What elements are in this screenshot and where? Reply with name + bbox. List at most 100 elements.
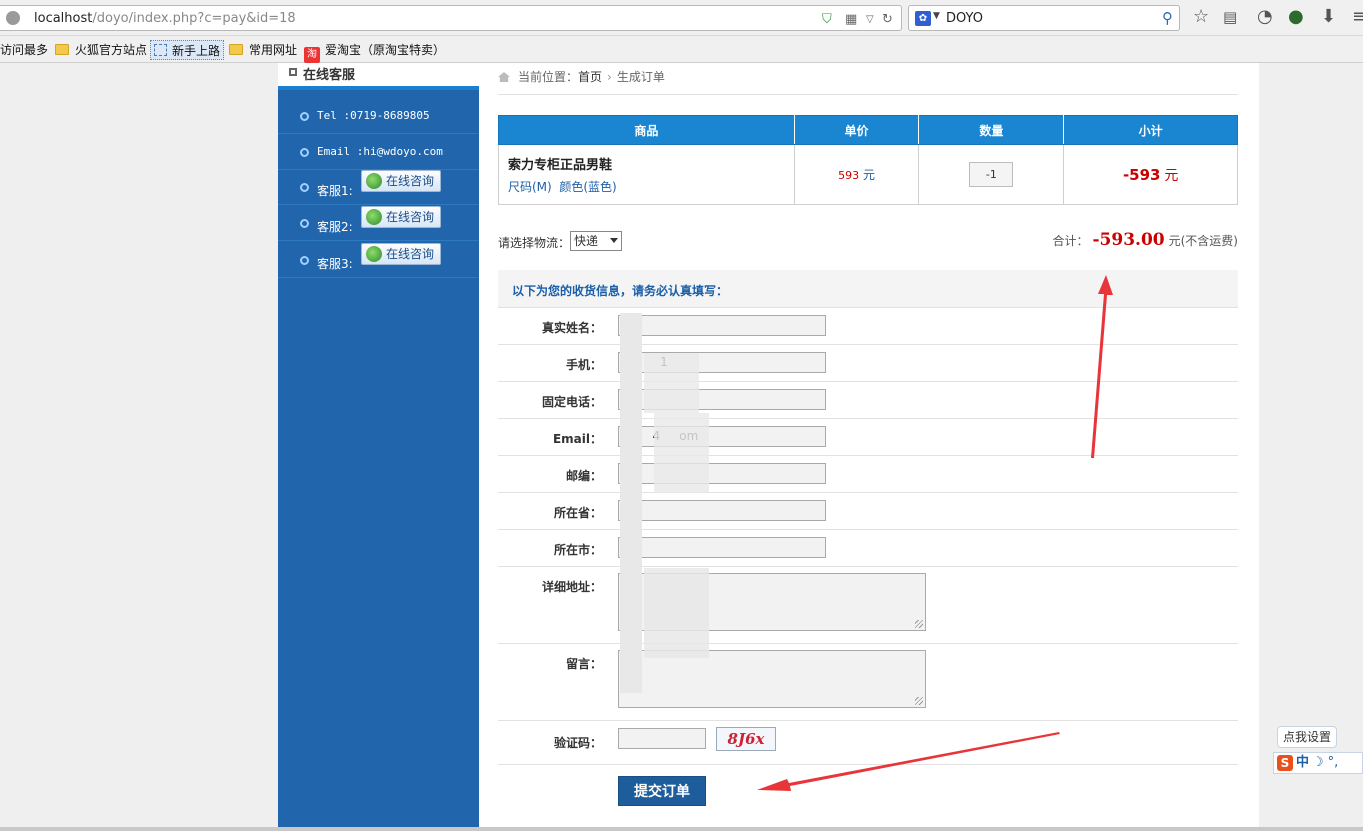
subtotal-cell: -593 元 [1063, 144, 1238, 205]
circle-bullet-icon [300, 219, 309, 228]
ime-settings-tip[interactable]: 点我设置 [1277, 726, 1337, 748]
total-amount: -593.00 [1092, 230, 1165, 250]
bookmark-most-visited[interactable]: 访问最多 [0, 40, 48, 60]
consult-button-2[interactable]: 在线咨询 [361, 206, 441, 228]
search-query: DOYO [946, 11, 983, 26]
folder-icon [55, 44, 69, 55]
home-icon [498, 72, 510, 82]
unit-price-cell: 593 元 [793, 144, 920, 205]
header-unit-price: 单价 [793, 115, 920, 145]
realname-input[interactable]: 飞 [618, 315, 826, 336]
search-icon[interactable]: ⚲ [1162, 9, 1173, 27]
field-message: 留言： [498, 644, 1238, 721]
ie-icon [366, 209, 382, 225]
shipping-label: 请选择物流： [498, 236, 571, 250]
sidebar-tel: Tel :0719-8689805 [278, 98, 479, 134]
palette-icon[interactable]: ◔ [1257, 7, 1273, 27]
ime-toolbar[interactable]: S 中 ☽ °, [1273, 752, 1363, 774]
privacy-blur [620, 313, 642, 693]
bookmarks-bar: 访问最多 火狐官方站点 新手上路 常用网址 淘爱淘宝（原淘宝特卖） [0, 37, 1363, 63]
baidu-engine-icon[interactable]: ✿ [915, 11, 931, 26]
bookmark-firefox-official[interactable]: 火狐官方站点 [55, 40, 147, 60]
download-icon[interactable]: ⬇ [1321, 7, 1336, 27]
privacy-blur [654, 413, 709, 493]
product-attrs: 尺码(M) 颜色(蓝色) [508, 180, 617, 194]
header-quantity: 数量 [918, 115, 1065, 145]
bookmark-star-icon[interactable]: ☆ [1193, 7, 1209, 27]
status-bar [0, 827, 1363, 831]
captcha-input[interactable] [618, 728, 706, 749]
field-province: 所在省： 京 [498, 493, 1238, 530]
field-phone: 固定电话： 4 [498, 382, 1238, 419]
header-subtotal: 小计 [1063, 115, 1238, 145]
circle-bullet-icon [300, 148, 309, 157]
sogou-icon: S [1277, 755, 1293, 771]
reading-list-icon[interactable]: ▤ [1223, 7, 1237, 27]
sidebar-agent-2: 客服2: 在线咨询 [278, 205, 479, 241]
bookmark-common-sites[interactable]: 常用网址 [229, 40, 297, 60]
square-bullet-icon [289, 68, 297, 76]
customer-service-sidebar: 在线客服 Tel :0719-8689805 Email :hi@wdoyo.c… [278, 63, 479, 831]
privacy-blur [644, 568, 709, 658]
resize-grip-icon[interactable] [915, 697, 923, 705]
privacy-blur [644, 353, 699, 413]
field-mobile: 手机： 14 1 [498, 345, 1238, 382]
quantity-input[interactable]: -1 [969, 162, 1014, 187]
field-email: Email： 8 4 om [498, 419, 1238, 456]
shipping-row: 请选择物流： 快递 合计： -593.00 元(不含运费) [498, 230, 1238, 254]
city-input[interactable]: 京 [618, 537, 826, 558]
quantity-cell: -1 [918, 144, 1065, 205]
menu-icon[interactable]: ≡ [1352, 7, 1363, 27]
sidebar-title: 在线客服 [303, 68, 356, 83]
shield-icon[interactable]: ⛉ [822, 12, 832, 27]
product-name[interactable]: 索力专柜正品男鞋 [508, 154, 794, 173]
qr-code-icon[interactable]: ▦ [845, 12, 857, 27]
captcha-image[interactable]: 8J6x [716, 727, 776, 751]
zip-input[interactable]: 00 [618, 463, 826, 484]
order-main: 当前位置：首页 › 生成订单 商品 单价 数量 小计 索力专柜正品男鞋 尺码(M) … [479, 63, 1259, 831]
right-gutter [1259, 63, 1363, 831]
product-cell: 索力专柜正品男鞋 尺码(M) 颜色(蓝色) [498, 144, 795, 205]
punctuation-icon[interactable]: °, [1328, 755, 1339, 770]
bookmark-aitaobao[interactable]: 淘爱淘宝（原淘宝特卖） [304, 40, 445, 63]
page-viewport: 在线客服 Tel :0719-8689805 Email :hi@wdoyo.c… [0, 63, 1363, 831]
bookmark-getting-started[interactable]: 新手上路 [150, 40, 225, 60]
browser-toolbar: localhost/doyo/index.php?c=pay&id=18 ⛉ ▦… [0, 0, 1363, 36]
field-captcha: 验证码： 8J6x [498, 721, 1238, 765]
province-input[interactable]: 京 [618, 500, 826, 521]
moon-icon[interactable]: ☽ [1312, 755, 1324, 770]
shipping-select[interactable]: 快递 [570, 231, 622, 251]
consult-button-1[interactable]: 在线咨询 [361, 170, 441, 192]
resize-grip-icon[interactable] [915, 620, 923, 628]
field-city: 所在市： 京 [498, 530, 1238, 567]
page-icon [154, 44, 167, 56]
consult-button-3[interactable]: 在线咨询 [361, 243, 441, 265]
ime-mode[interactable]: 中 [1296, 755, 1309, 770]
engine-dropdown-icon[interactable]: ▼ [933, 11, 940, 21]
breadcrumb: 当前位置：首页 › 生成订单 [498, 68, 1238, 95]
breadcrumb-home[interactable]: 首页 [578, 70, 602, 84]
order-table: 商品 单价 数量 小计 索力专柜正品男鞋 尺码(M) 颜色(蓝色) 593 元 … [498, 115, 1238, 205]
search-bar[interactable]: ✿ ▼ DOYO ⚲ [908, 5, 1180, 31]
submit-order-button[interactable]: 提交订单 [618, 776, 706, 806]
dropdown-icon[interactable]: ▽ [866, 14, 874, 25]
sidebar-agent-3: 客服3: 在线咨询 [278, 242, 479, 278]
reload-icon[interactable]: ↻ [882, 12, 893, 27]
circle-bullet-icon [300, 183, 309, 192]
folder-icon [229, 44, 243, 55]
table-row: 索力专柜正品男鞋 尺码(M) 颜色(蓝色) 593 元 -1 -593 元 [498, 144, 1238, 205]
circle-bullet-icon [300, 256, 309, 265]
field-realname: 真实姓名： 飞 [498, 308, 1238, 345]
chevron-down-icon [610, 238, 618, 243]
breadcrumb-current: 生成订单 [616, 70, 665, 84]
addon-shield-icon[interactable]: ● [1288, 7, 1304, 27]
circle-bullet-icon [300, 112, 309, 121]
sidebar-agent-1: 客服1: 在线咨询 [278, 169, 479, 205]
field-zip: 邮编： 00 [498, 456, 1238, 493]
address-bar[interactable]: localhost/doyo/index.php?c=pay&id=18 ⛉ ▦… [0, 5, 902, 31]
sidebar-email: Email :hi@wdoyo.com [278, 134, 479, 170]
site-identity-icon[interactable] [6, 11, 20, 25]
message-textarea[interactable] [618, 650, 926, 708]
field-address: 详细地址： [498, 567, 1238, 644]
email-input[interactable]: 8 4 om [618, 426, 826, 447]
